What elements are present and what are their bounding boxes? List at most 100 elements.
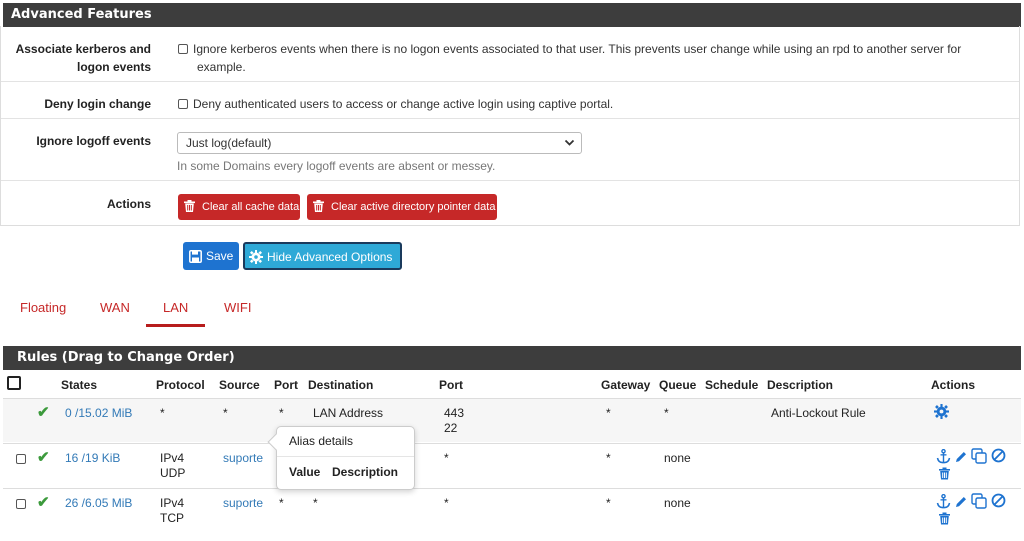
- advanced-features-title: Advanced Features: [11, 7, 152, 22]
- popover-col-description: Description: [332, 465, 399, 479]
- queue-cell: none: [664, 496, 691, 510]
- col-gateway: Gateway: [601, 378, 651, 392]
- check-icon: ✔: [37, 404, 50, 421]
- col-actions: Actions: [931, 378, 976, 392]
- dest-port-line1: 443: [444, 406, 465, 420]
- active-tab-indicator: [146, 324, 205, 327]
- kerberos-checkbox[interactable]: [178, 44, 188, 54]
- clear-ad-pointer-button[interactable]: Clear active directory pointer data: [307, 194, 497, 220]
- logoff-select-value: Just log(default): [186, 136, 272, 150]
- queue-cell: none: [664, 451, 691, 465]
- states-link[interactable]: 0 /15.02 MiB: [65, 406, 132, 421]
- pencil-icon[interactable]: [954, 450, 968, 467]
- check-icon: ✔: [37, 494, 50, 511]
- kerberos-label-line1: Associate kerberos and: [15, 42, 151, 56]
- gateway-cell: *: [606, 496, 611, 510]
- anchor-icon[interactable]: [936, 493, 951, 512]
- rules-header: Rules (Drag to Change Order): [3, 346, 1021, 370]
- kerberos-row: Associate kerberos and logon events Igno…: [1, 27, 1019, 82]
- protocol-cell: IPv4 UDP: [160, 451, 185, 481]
- deny-login-row: Deny login change Deny authenticated use…: [1, 83, 1019, 119]
- copy-icon[interactable]: [971, 493, 987, 512]
- clear-ad-pointer-label: Clear active directory pointer data: [331, 201, 496, 213]
- tab-floating[interactable]: Floating: [20, 300, 66, 315]
- table-row[interactable]: ✔ 0 /15.02 MiB * * * LAN Address 443 22 …: [3, 398, 1021, 442]
- deny-login-label: Deny login change: [44, 97, 151, 111]
- table-row[interactable]: ✔ 26 /6.05 MiB IPv4 TCP suporte * * * * …: [3, 488, 1021, 541]
- protocol-line1: IPv4: [160, 451, 185, 465]
- col-schedule: Schedule: [705, 378, 759, 392]
- queue-cell: *: [664, 406, 669, 420]
- kerberos-label-line2: logon events: [76, 60, 151, 74]
- source-cell: *: [223, 406, 228, 420]
- pencil-icon[interactable]: [954, 495, 968, 512]
- logoff-label: Ignore logoff events: [36, 134, 151, 148]
- actions-row: Actions: [1, 182, 1019, 226]
- gear-icon: [249, 250, 263, 264]
- row-checkbox[interactable]: [16, 454, 26, 464]
- source-alias-link[interactable]: suporte: [223, 496, 263, 511]
- table-row[interactable]: ✔ 16 /19 KiB IPv4 UDP suporte * * none: [3, 443, 1021, 487]
- actions-label: Actions: [106, 197, 151, 211]
- deny-login-option: Deny authenticated users to access or ch…: [178, 95, 1009, 113]
- protocol-line2: TCP: [160, 511, 184, 525]
- rules-title: Rules (Drag to Change Order): [17, 350, 235, 365]
- port-cell: *: [279, 406, 284, 420]
- dest-port-line2: 22: [444, 421, 458, 435]
- trash-icon[interactable]: [939, 467, 950, 483]
- kerberos-text: Ignore kerberos events when there is no …: [193, 42, 962, 56]
- floppy-disk-icon: [189, 250, 202, 263]
- protocol-cell: IPv4 TCP: [160, 496, 184, 526]
- popover-col-value: Value: [289, 465, 321, 479]
- gateway-cell: *: [606, 406, 611, 420]
- row-checkbox[interactable]: [16, 499, 26, 509]
- tab-wan[interactable]: WAN: [100, 300, 130, 315]
- protocol-line2: UDP: [160, 466, 186, 480]
- destination-cell: *: [313, 496, 318, 510]
- trash-icon: [184, 196, 195, 212]
- clear-cache-label: Clear all cache data: [202, 201, 300, 213]
- copy-icon[interactable]: [971, 448, 987, 467]
- dest-port-cell: 443 22: [444, 406, 464, 436]
- kerberos-text-line2: example.: [197, 60, 246, 74]
- save-button[interactable]: Save: [183, 242, 239, 270]
- description-cell: Anti-Lockout Rule: [771, 406, 866, 420]
- tab-wifi[interactable]: WIFI: [224, 300, 251, 315]
- col-source: Source: [219, 378, 260, 392]
- clear-cache-button[interactable]: Clear all cache data: [178, 194, 300, 220]
- hide-advanced-button[interactable]: Hide Advanced Options: [243, 242, 402, 270]
- col-queue: Queue: [659, 378, 697, 392]
- col-protocol: Protocol: [156, 378, 205, 392]
- popover-title: Alias details: [289, 434, 354, 448]
- chevron-down-icon: [564, 133, 575, 160]
- trash-icon[interactable]: [939, 512, 950, 528]
- kerberos-option: Ignore kerberos events when there is no …: [178, 40, 1009, 76]
- dest-port-cell: *: [444, 451, 449, 465]
- tab-lan[interactable]: LAN: [163, 300, 188, 315]
- states-link[interactable]: 16 /19 KiB: [65, 451, 120, 466]
- gateway-cell: *: [606, 451, 611, 465]
- port-cell: *: [279, 496, 284, 510]
- ban-icon[interactable]: [991, 493, 1006, 511]
- deny-login-checkbox[interactable]: [178, 99, 188, 109]
- logoff-select[interactable]: Just log(default): [177, 132, 582, 154]
- source-alias-link[interactable]: suporte: [223, 451, 263, 466]
- ban-icon[interactable]: [991, 448, 1006, 466]
- col-destination: Destination: [308, 378, 374, 392]
- anchor-icon[interactable]: [936, 448, 951, 467]
- dest-port-cell: *: [444, 496, 449, 510]
- save-label: Save: [206, 249, 234, 263]
- kerberos-label: Associate kerberos and logon events: [16, 40, 151, 76]
- gear-icon[interactable]: [934, 404, 949, 422]
- col-states: States: [61, 378, 98, 392]
- alias-details-popover: Alias details Value Description: [267, 426, 415, 490]
- col-port: Port: [274, 378, 298, 392]
- hide-advanced-label: Hide Advanced Options: [267, 250, 393, 264]
- protocol-cell: *: [160, 406, 165, 420]
- logoff-help-text: In some Domains every logoff events are …: [177, 159, 496, 173]
- col-dest-port: Port: [439, 378, 463, 392]
- trash-icon: [313, 196, 324, 212]
- destination-cell: LAN Address: [313, 406, 384, 420]
- select-all-checkbox[interactable]: [7, 376, 21, 390]
- states-link[interactable]: 26 /6.05 MiB: [65, 496, 132, 511]
